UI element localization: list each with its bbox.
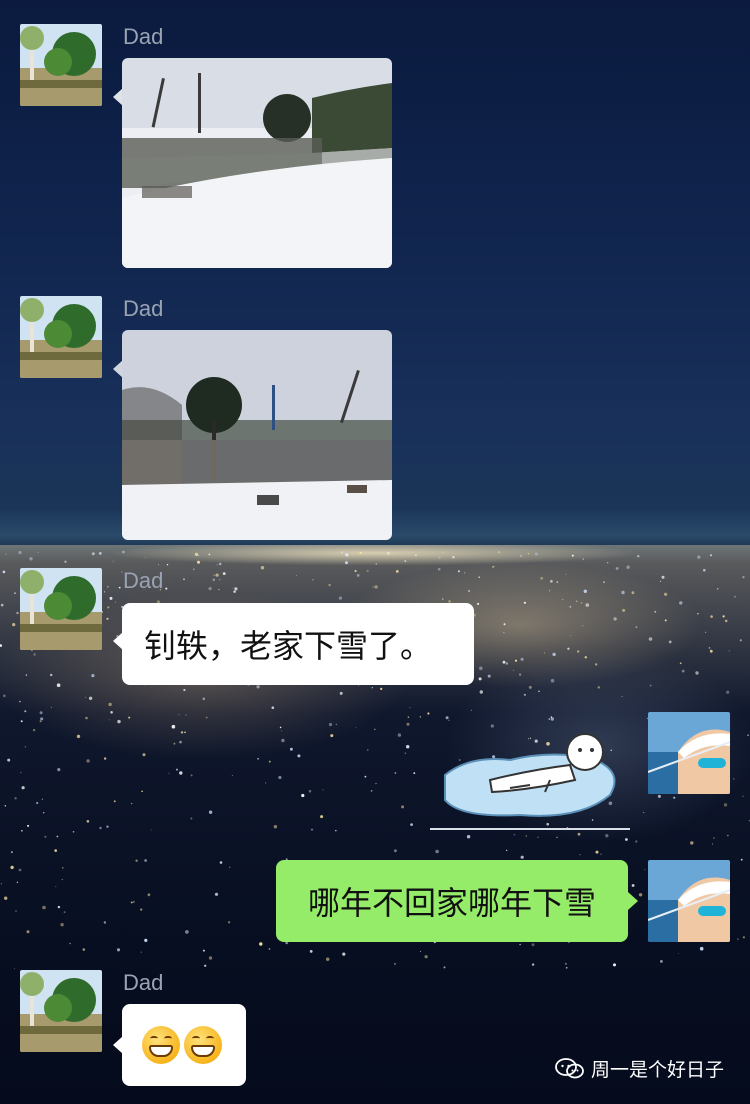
- avatar-self[interactable]: [648, 860, 730, 942]
- sender-name: Dad: [123, 24, 164, 49]
- message-text: 钊轶，老家下雪了。: [144, 627, 433, 665]
- account-watermark: 周一是个好日子: [555, 1055, 724, 1082]
- avatar-dad[interactable]: [20, 568, 102, 650]
- avatar-dad[interactable]: [20, 296, 102, 378]
- message-text: 哪年不回家哪年下雪: [307, 884, 596, 922]
- sender-name: Dad: [123, 296, 164, 321]
- avatar-self[interactable]: [648, 712, 730, 794]
- message-bubble[interactable]: 钊轶，老家下雪了。: [122, 603, 474, 685]
- emoji-bubble[interactable]: [122, 1004, 246, 1086]
- melting-character-sticker[interactable]: [430, 730, 630, 830]
- message-bubble[interactable]: 哪年不回家哪年下雪: [276, 860, 628, 942]
- wechat-icon: [555, 1057, 584, 1078]
- watermark-text: 周一是个好日子: [590, 1059, 724, 1081]
- sender-name: Dad: [123, 970, 164, 995]
- avatar-dad[interactable]: [20, 24, 102, 106]
- grin-emoji: [142, 1026, 180, 1064]
- bubble-tail: [628, 892, 638, 910]
- snow-yard-photo[interactable]: [122, 330, 392, 540]
- snow-garden-photo[interactable]: [122, 58, 392, 268]
- avatar-dad[interactable]: [20, 970, 102, 1052]
- sender-name: Dad: [123, 568, 164, 593]
- grin-emoji: [184, 1026, 222, 1064]
